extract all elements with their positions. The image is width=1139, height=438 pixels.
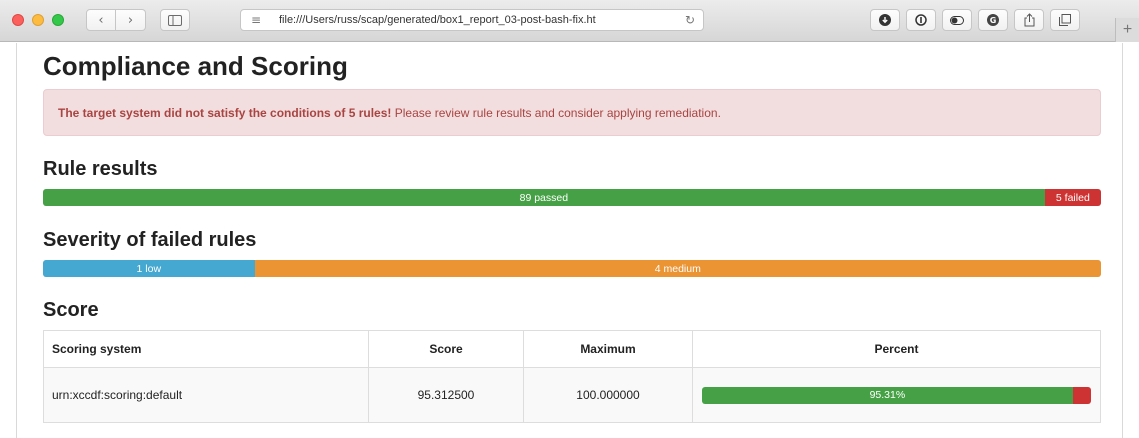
forward-arrow-icon[interactable]: ›: [116, 9, 146, 31]
score-cell: 95.312500: [368, 367, 524, 423]
column-header: Maximum: [523, 330, 693, 368]
download-icon[interactable]: [870, 9, 900, 31]
failed-segment: 5 failed: [1044, 189, 1101, 206]
percent-cell: 95.31%: [692, 367, 1101, 423]
reader-menu-icon[interactable]: ≡: [241, 13, 271, 27]
alert-bold-text: The target system did not satisfy the co…: [58, 106, 392, 120]
rule-results-bar: 89 passed 5 failed: [43, 189, 1101, 206]
url-text[interactable]: file:///Users/russ/scap/generated/box1_r…: [271, 14, 677, 26]
severity-heading: Severity of failed rules: [43, 229, 257, 251]
nav-buttons: ‹ ›: [86, 9, 146, 31]
failure-alert: The target system did not satisfy the co…: [43, 89, 1101, 136]
address-bar[interactable]: ≡ file:///Users/russ/scap/generated/box1…: [240, 9, 704, 31]
low-severity-segment: 1 low: [43, 260, 255, 277]
minimize-window-icon[interactable]: [32, 14, 44, 26]
toggle-icon[interactable]: [942, 9, 972, 31]
grammarly-icon[interactable]: G: [978, 9, 1008, 31]
column-header: Percent: [692, 330, 1101, 368]
severity-bar: 1 low 4 medium: [43, 260, 1101, 277]
maximum-cell: 100.000000: [523, 367, 693, 423]
svg-text:G: G: [990, 16, 997, 25]
page-title: Compliance and Scoring: [43, 51, 348, 81]
percent-achieved-segment: 95.31%: [702, 386, 1073, 404]
rule-results-heading: Rule results: [43, 158, 158, 180]
close-window-icon[interactable]: [12, 14, 24, 26]
column-header: Score: [368, 330, 524, 368]
browser-toolbar: ‹ › ≡ file:///Users/russ/scap/generated/…: [0, 0, 1139, 42]
percent-bar: 95.31%: [702, 386, 1091, 404]
medium-severity-segment: 4 medium: [254, 260, 1101, 277]
back-arrow-icon[interactable]: ‹: [86, 9, 116, 31]
report-page: Compliance and Scoring The target system…: [16, 43, 1123, 438]
score-table: Scoring system Score Maximum Percent urn…: [43, 330, 1101, 423]
table-row: urn:xccdf:scoring:default 95.312500 100.…: [43, 367, 1101, 423]
reload-icon[interactable]: ↻: [677, 13, 703, 27]
maximize-window-icon[interactable]: [52, 14, 64, 26]
passed-segment: 89 passed: [43, 189, 1045, 206]
score-heading: Score: [43, 299, 99, 321]
share-icon[interactable]: [1014, 9, 1044, 31]
scoring-system-cell: urn:xccdf:scoring:default: [43, 367, 369, 423]
column-header: Scoring system: [43, 330, 369, 368]
new-tab-plus-icon[interactable]: +: [1115, 18, 1139, 42]
percent-missing-segment: [1072, 386, 1091, 404]
sidebar-icon[interactable]: [160, 9, 190, 31]
password-icon[interactable]: [906, 9, 936, 31]
tabs-icon[interactable]: [1050, 9, 1080, 31]
alert-text: Please review rule results and consider …: [391, 106, 721, 120]
table-header-row: Scoring system Score Maximum Percent: [43, 330, 1101, 368]
